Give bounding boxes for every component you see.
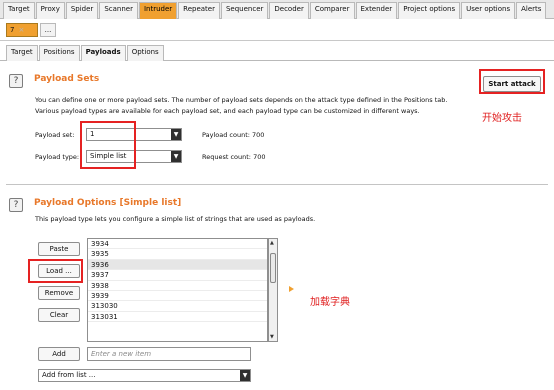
tab-proxy[interactable]: Proxy bbox=[35, 2, 65, 19]
highlight-box bbox=[28, 259, 83, 283]
tab-decoder[interactable]: Decoder bbox=[269, 2, 309, 19]
payloads-panel: ? Payload Sets Start attack 开始攻击 You can… bbox=[0, 61, 554, 390]
tab-sequencer[interactable]: Sequencer bbox=[220, 2, 269, 19]
payload-count-value: 700 bbox=[252, 131, 265, 139]
payload-count-caption: Payload count: bbox=[202, 131, 250, 139]
add-from-list-label: Add from list ... bbox=[42, 371, 96, 379]
payload-list[interactable]: 3934 3935 3936 3937 3938 3939 313030 313… bbox=[87, 238, 268, 342]
new-attack-tab[interactable]: ... bbox=[40, 23, 56, 37]
tab-scanner[interactable]: Scanner bbox=[99, 2, 138, 19]
new-item-input[interactable]: Enter a new item bbox=[87, 347, 251, 361]
intruder-sub-tab-bar: Target Positions Payloads Options bbox=[0, 41, 554, 61]
list-item[interactable]: 3935 bbox=[88, 249, 267, 260]
list-item[interactable]: 3938 bbox=[88, 281, 267, 291]
payload-count-label: Payload count: 700 bbox=[202, 131, 264, 139]
add-button[interactable]: Add bbox=[38, 347, 80, 361]
list-item[interactable]: 3934 bbox=[88, 239, 267, 250]
attack-tab-number: 7 bbox=[10, 26, 15, 34]
list-item[interactable]: 3936 bbox=[88, 259, 267, 271]
subtab-target[interactable]: Target bbox=[6, 45, 38, 61]
subtab-options[interactable]: Options bbox=[126, 45, 164, 61]
list-item[interactable]: 313031 bbox=[88, 312, 267, 323]
scroll-thumb[interactable] bbox=[270, 253, 276, 283]
payload-options-description: This payload type lets you configure a s… bbox=[35, 215, 316, 223]
tab-intruder[interactable]: Intruder bbox=[138, 2, 178, 19]
arrow-icon bbox=[289, 286, 294, 292]
payload-options-title: Payload Options [Simple list] bbox=[34, 198, 182, 208]
tab-target[interactable]: Target bbox=[3, 2, 35, 19]
chevron-down-icon: ▼ bbox=[171, 151, 181, 162]
clear-button[interactable]: Clear bbox=[38, 308, 80, 322]
annotation-load-dictionary: 加载字典 bbox=[310, 297, 350, 308]
tab-comparer[interactable]: Comparer bbox=[309, 2, 355, 19]
add-from-list-select[interactable]: Add from list ... ▼ bbox=[38, 369, 251, 382]
main-tab-bar: Target Proxy Spider Scanner Intruder Rep… bbox=[0, 0, 554, 19]
remove-button[interactable]: Remove bbox=[38, 286, 80, 300]
attack-tab-bar: 7 × ... bbox=[0, 19, 554, 41]
close-icon[interactable]: × bbox=[18, 26, 24, 34]
scroll-up-icon[interactable]: ▲ bbox=[270, 240, 274, 246]
list-item[interactable]: 3939 bbox=[88, 291, 267, 302]
payload-type-label: Payload type: bbox=[35, 153, 80, 161]
tab-project-options[interactable]: Project options bbox=[398, 2, 461, 19]
annotation-start-attack: 开始攻击 bbox=[482, 113, 522, 124]
payload-sets-description: You can define one or more payload sets.… bbox=[35, 96, 448, 104]
section-divider bbox=[6, 184, 548, 185]
request-count-value: 700 bbox=[253, 153, 266, 161]
chevron-down-icon: ▼ bbox=[240, 370, 250, 381]
help-icon[interactable]: ? bbox=[9, 74, 23, 88]
subtab-payloads[interactable]: Payloads bbox=[80, 45, 126, 61]
subtab-positions[interactable]: Positions bbox=[38, 45, 80, 61]
highlight-box bbox=[479, 69, 545, 94]
highlight-box bbox=[80, 121, 136, 169]
list-scrollbar[interactable]: ▲ ▼ bbox=[268, 238, 278, 342]
request-count-label: Request count: 700 bbox=[202, 153, 266, 161]
scroll-down-icon[interactable]: ▼ bbox=[270, 334, 274, 340]
list-item[interactable]: 313030 bbox=[88, 301, 267, 312]
tab-extender[interactable]: Extender bbox=[355, 2, 398, 19]
attack-tab-7[interactable]: 7 × bbox=[6, 23, 38, 37]
paste-button[interactable]: Paste bbox=[38, 242, 80, 256]
tab-spider[interactable]: Spider bbox=[65, 2, 99, 19]
tab-alerts[interactable]: Alerts bbox=[516, 2, 547, 19]
payload-sets-description-2: Various payload types are available for … bbox=[35, 107, 420, 115]
request-count-caption: Request count: bbox=[202, 153, 251, 161]
list-item[interactable]: 3937 bbox=[88, 270, 267, 281]
payload-sets-title: Payload Sets bbox=[34, 74, 100, 84]
tab-user-options[interactable]: User options bbox=[461, 2, 516, 19]
help-icon[interactable]: ? bbox=[9, 198, 23, 212]
chevron-down-icon: ▼ bbox=[171, 129, 181, 140]
payload-set-label: Payload set: bbox=[35, 131, 75, 139]
tab-repeater[interactable]: Repeater bbox=[178, 2, 220, 19]
